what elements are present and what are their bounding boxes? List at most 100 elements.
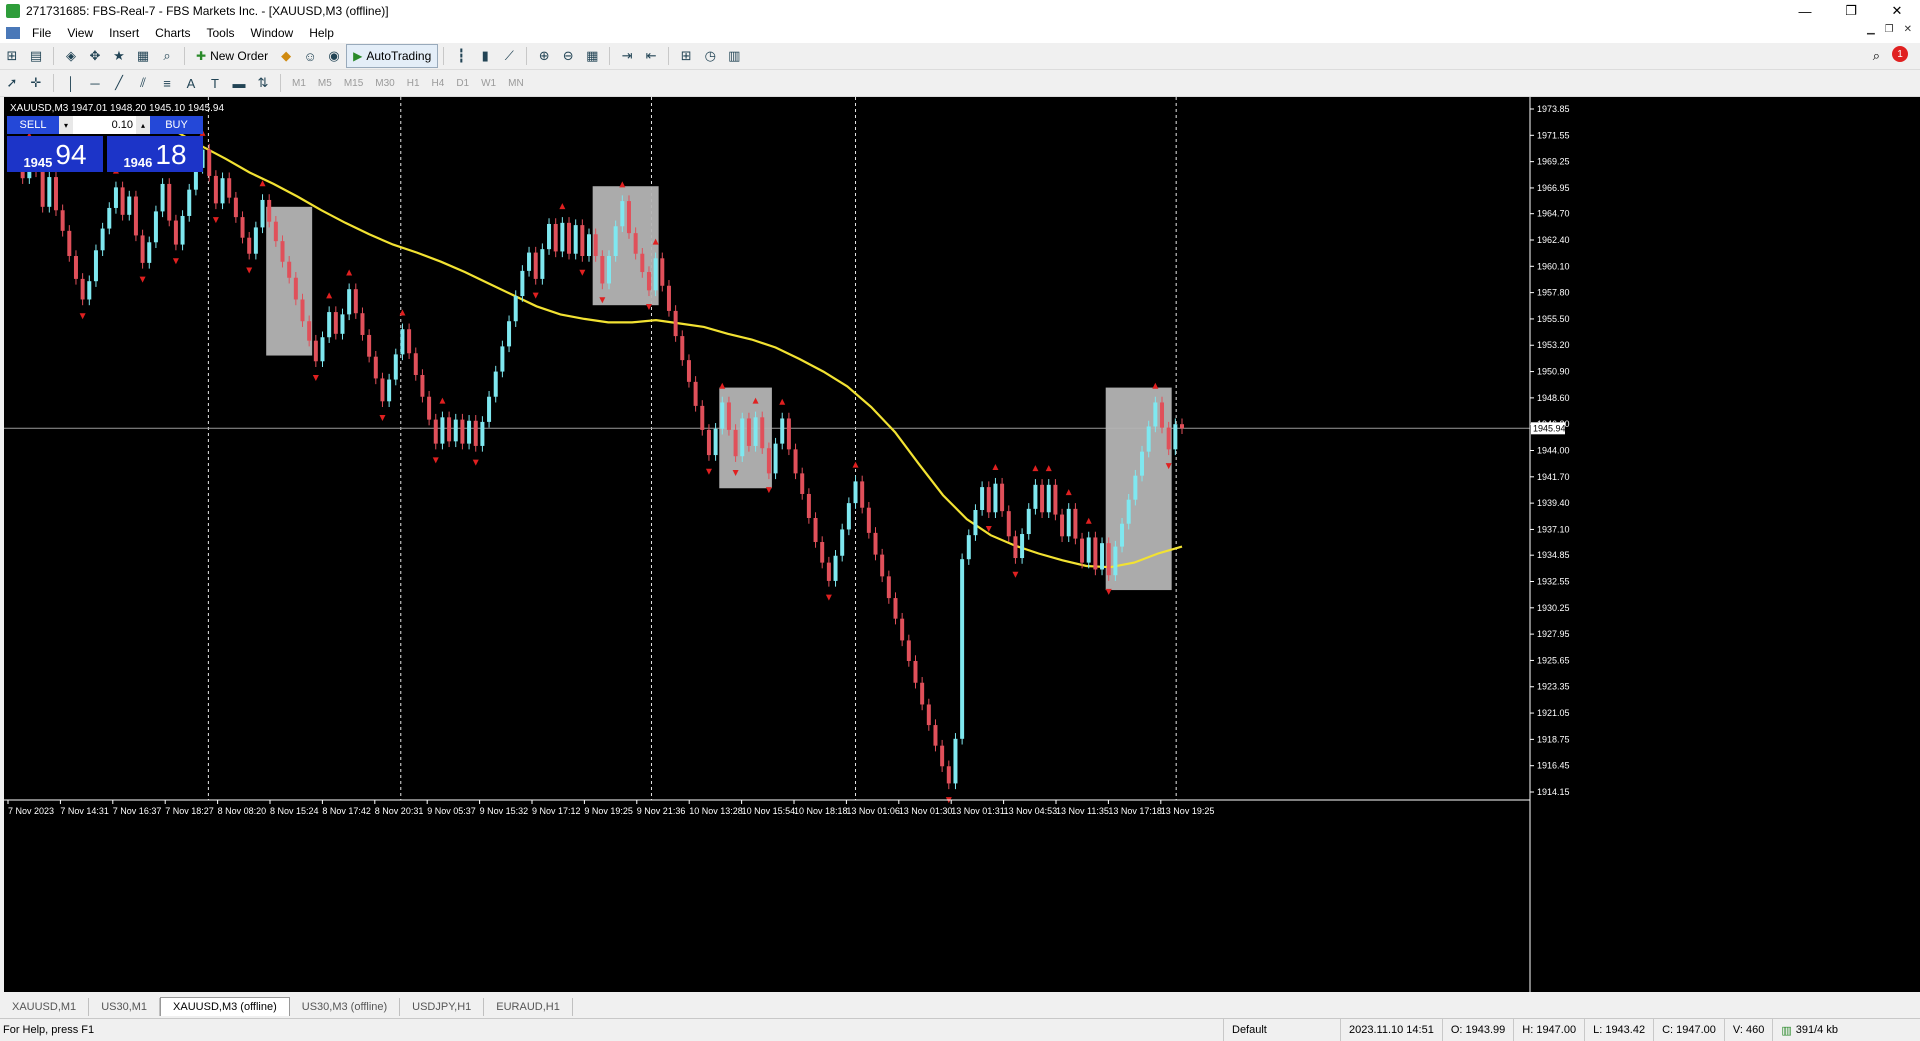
fractal-up-arrow xyxy=(259,180,266,187)
chart-shift-icon[interactable]: ⇤ xyxy=(640,45,662,67)
chart-tabs: XAUUSD,M1 US30,M1 XAUUSD,M3 (offline) US… xyxy=(0,996,1920,1016)
lot-up-button[interactable]: ▴ xyxy=(136,116,150,134)
metaeditor-icon[interactable]: ◆ xyxy=(275,45,297,67)
menu-view[interactable]: View xyxy=(59,26,101,40)
menu-insert[interactable]: Insert xyxy=(101,26,147,40)
channel-icon[interactable]: ⫽ xyxy=(132,72,154,94)
arrows-icon[interactable]: ⇅ xyxy=(252,72,274,94)
bar-chart-icon[interactable]: ┇ xyxy=(450,45,472,67)
candle-body xyxy=(180,215,185,245)
timeframe-m5[interactable]: M5 xyxy=(312,78,338,89)
lot-down-button[interactable]: ▾ xyxy=(59,116,73,134)
tab-us30-m3-offline[interactable]: US30,M3 (offline) xyxy=(290,998,401,1016)
vertical-line-icon[interactable]: │ xyxy=(60,72,82,94)
tab-euraud-h1[interactable]: EURAUD,H1 xyxy=(484,998,573,1016)
candle-body xyxy=(233,197,238,218)
mdi-restore-icon[interactable]: ❐ xyxy=(1885,24,1894,35)
new-order-button[interactable]: ✚ New Order xyxy=(190,45,274,67)
timeframe-m15[interactable]: M15 xyxy=(338,78,369,89)
fractal-down-arrow xyxy=(379,415,386,422)
buy-price[interactable]: 1946 18 xyxy=(107,136,203,172)
tab-xauusd-m3-offline[interactable]: XAUUSD,M3 (offline) xyxy=(160,997,290,1016)
chart-window[interactable]: 1973.85 1971.55 1969.25 1966.95 1964.70 1962.… xyxy=(4,97,1920,992)
timeframe-d1[interactable]: D1 xyxy=(450,78,475,89)
crosshair-icon[interactable]: ✛ xyxy=(25,72,47,94)
candle-body xyxy=(1146,426,1151,452)
text-label-icon[interactable]: T xyxy=(204,72,226,94)
minimize-button[interactable]: — xyxy=(1782,0,1828,22)
main-toolbar: ⊞ ▤ ◈ ✥ ★ ▦ ⌕ ✚ New Order ◆ ☺ ◉ ▶ AutoTrad… xyxy=(0,43,1920,70)
terminal-icon[interactable]: ▦ xyxy=(132,45,154,67)
candle-body xyxy=(740,418,745,457)
menu-file[interactable]: File xyxy=(24,26,59,40)
data-window-icon[interactable]: ✥ xyxy=(84,45,106,67)
candle-body xyxy=(293,277,298,300)
line-chart-icon[interactable]: ⟋ xyxy=(498,45,520,67)
fractal-up-arrow xyxy=(1152,382,1159,389)
templates-icon[interactable]: ▥ xyxy=(723,45,745,67)
horizontal-line-icon[interactable]: ─ xyxy=(84,72,106,94)
timeframe-h1[interactable]: H1 xyxy=(401,78,426,89)
vps-icon[interactable]: ◉ xyxy=(323,45,345,67)
candle-body xyxy=(1006,511,1011,537)
candle-body xyxy=(946,766,951,784)
candle-body xyxy=(107,207,112,229)
candle-body xyxy=(53,177,58,211)
candle-body xyxy=(73,256,78,279)
autotrading-icon: ▶ xyxy=(353,49,363,63)
navigator-icon[interactable]: ★ xyxy=(108,45,130,67)
signals-icon[interactable]: ☺ xyxy=(299,45,321,67)
tab-xauusd-m1[interactable]: XAUUSD,M1 xyxy=(0,998,90,1016)
indicators-icon[interactable]: ⊞ xyxy=(675,45,697,67)
tab-us30-m1[interactable]: US30,M1 xyxy=(89,998,161,1016)
candle-body xyxy=(793,449,798,474)
candle-body xyxy=(860,481,865,508)
fractal-down-arrow xyxy=(246,267,253,274)
lot-size-input[interactable]: 0.10 xyxy=(73,116,136,134)
cursor-icon[interactable]: ➚ xyxy=(1,72,23,94)
menu-tools[interactable]: Tools xyxy=(199,26,243,40)
zoom-in-icon[interactable]: ⊕ xyxy=(533,45,555,67)
buy-button[interactable]: BUY xyxy=(150,116,203,134)
menu-help[interactable]: Help xyxy=(301,26,342,40)
tab-usdjpy-h1[interactable]: USDJPY,H1 xyxy=(400,998,485,1016)
autoscroll-icon[interactable]: ⇥ xyxy=(616,45,638,67)
timeframe-m1[interactable]: M1 xyxy=(286,78,312,89)
time-tick-label: 8 Nov 17:42 xyxy=(322,806,371,816)
tile-windows-icon[interactable]: ▦ xyxy=(581,45,603,67)
market-watch-icon[interactable]: ◈ xyxy=(60,45,82,67)
new-chart-icon[interactable]: ⊞ xyxy=(1,45,23,67)
trendline-icon[interactable]: ╱ xyxy=(108,72,130,94)
periods-icon[interactable]: ◷ xyxy=(699,45,721,67)
candle-body xyxy=(580,225,585,257)
menu-window[interactable]: Window xyxy=(243,26,302,40)
profiles-icon[interactable]: ▤ xyxy=(25,45,47,67)
candle-body xyxy=(820,542,825,563)
fibonacci-icon[interactable]: ≡ xyxy=(156,72,178,94)
menu-bar: File View Insert Charts Tools Window Hel… xyxy=(0,22,1920,43)
candle-body xyxy=(207,149,212,176)
zoom-out-icon[interactable]: ⊖ xyxy=(557,45,579,67)
search-icon[interactable]: ⌕ xyxy=(1873,48,1880,64)
price-chart[interactable]: 1973.85 1971.55 1969.25 1966.95 1964.70 1962.… xyxy=(4,97,1920,992)
close-button[interactable]: ✕ xyxy=(1874,0,1920,22)
maximize-button[interactable]: ❐ xyxy=(1828,0,1874,22)
text-icon[interactable]: A xyxy=(180,72,202,94)
fractal-up-arrow xyxy=(559,203,566,210)
timeframe-mn[interactable]: MN xyxy=(502,78,530,89)
timeframe-h4[interactable]: H4 xyxy=(426,78,451,89)
mdi-close-icon[interactable]: ✕ xyxy=(1904,24,1912,35)
sell-button[interactable]: SELL xyxy=(7,116,59,134)
candle-body xyxy=(47,177,52,207)
candlestick-icon[interactable]: ▮ xyxy=(474,45,496,67)
mdi-minimize-icon[interactable]: ▁ xyxy=(1867,24,1875,35)
sell-price[interactable]: 1945 94 xyxy=(7,136,103,172)
menu-charts[interactable]: Charts xyxy=(147,26,198,40)
timeframe-m30[interactable]: M30 xyxy=(369,78,400,89)
time-tick-label: 13 Nov 19:25 xyxy=(1161,806,1215,816)
notification-badge[interactable]: 1 xyxy=(1892,46,1908,62)
timeframe-w1[interactable]: W1 xyxy=(475,78,502,89)
strategy-tester-icon[interactable]: ⌕ xyxy=(156,45,178,67)
rectangle-icon[interactable]: ▬ xyxy=(228,72,250,94)
autotrading-button[interactable]: ▶ AutoTrading xyxy=(346,44,439,68)
